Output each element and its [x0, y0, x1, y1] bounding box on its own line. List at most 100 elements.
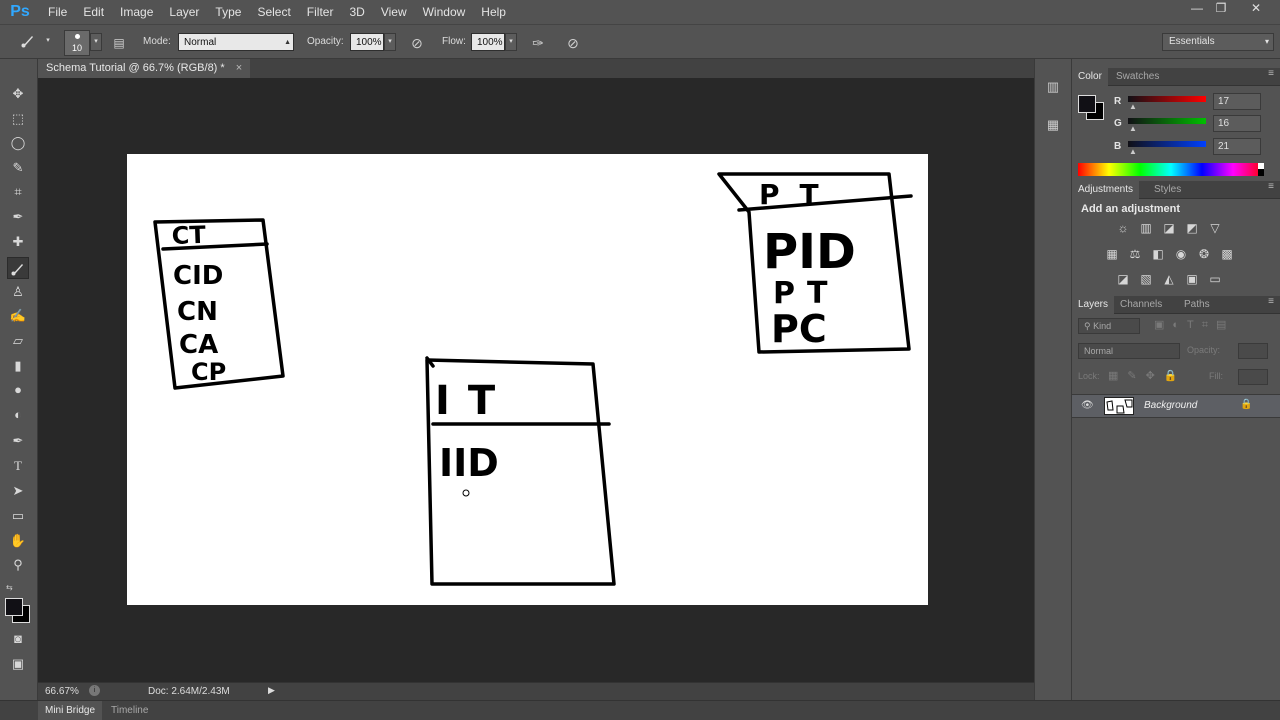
brush-preset-dropdown-icon[interactable]: ▾ [42, 33, 54, 51]
eyedropper-tool-icon[interactable]: ✒ [7, 206, 29, 228]
rectangle-tool-icon[interactable]: ▭ [7, 505, 29, 527]
zoom-level[interactable]: 66.67% [45, 686, 79, 697]
history-panel-icon[interactable]: ▥ [1045, 79, 1061, 101]
move-tool-icon[interactable]: ✥ [7, 83, 29, 105]
type-tool-icon[interactable]: T [7, 455, 29, 477]
channel-r-slider[interactable] [1128, 96, 1206, 102]
panel-menu-icon[interactable]: ≡ [1268, 68, 1274, 79]
tab-layers[interactable]: Layers [1072, 296, 1115, 314]
threshold-icon[interactable]: ◭ [1161, 271, 1177, 287]
tab-paths[interactable]: Paths [1178, 296, 1216, 314]
channel-g-slider[interactable] [1128, 118, 1206, 124]
photo-filter-icon[interactable]: ◉ [1173, 246, 1189, 262]
menu-window[interactable]: Window [415, 0, 474, 24]
gradient-tool-icon[interactable]: ▮ [7, 355, 29, 377]
black-white-icon[interactable]: ◧ [1150, 246, 1166, 262]
brush-size-picker[interactable]: 10 [64, 30, 90, 56]
panel-menu-icon[interactable]: ≡ [1268, 296, 1274, 307]
channel-b-value[interactable]: 21 [1213, 138, 1261, 155]
restore-button[interactable]: ❐ [1208, 0, 1234, 18]
posterize-icon[interactable]: ▧ [1138, 271, 1154, 287]
lasso-tool-icon[interactable]: ◯ [7, 132, 29, 154]
tab-swatches[interactable]: Swatches [1110, 68, 1165, 86]
pressure-size-icon[interactable]: ⊘ [563, 33, 583, 53]
tab-color[interactable]: Color [1072, 68, 1108, 86]
swap-colors-icon[interactable]: ⇆ [6, 583, 13, 592]
color-balance-icon[interactable]: ⚖ [1127, 246, 1143, 262]
curves-icon[interactable]: ◪ [1161, 220, 1177, 236]
menu-file[interactable]: File [40, 0, 75, 24]
menu-3d[interactable]: 3D [341, 0, 372, 24]
blend-mode-select[interactable]: Normal [1078, 343, 1180, 359]
brush-tool-icon[interactable] [7, 257, 29, 279]
menu-help[interactable]: Help [473, 0, 514, 24]
minimize-button[interactable]: — [1184, 0, 1210, 18]
close-tab-button[interactable]: × [236, 62, 242, 74]
panel-menu-icon[interactable]: ≡ [1268, 181, 1274, 192]
levels-icon[interactable]: ▥ [1138, 220, 1154, 236]
tab-channels[interactable]: Channels [1114, 296, 1168, 314]
tab-mini-bridge[interactable]: Mini Bridge [38, 701, 103, 720]
layer-fill-input[interactable] [1238, 369, 1268, 385]
history-brush-tool-icon[interactable]: ✍ [7, 305, 29, 327]
brush-size-dropdown-icon[interactable]: ▾ [90, 33, 102, 51]
menu-type[interactable]: Type [207, 0, 249, 24]
crop-tool-icon[interactable]: ⌗ [7, 181, 29, 203]
status-info-icon[interactable]: i [89, 685, 100, 696]
mode-select[interactable]: Normal ▲ [178, 33, 294, 51]
opacity-dropdown-icon[interactable]: ▾ [384, 33, 396, 51]
selective-color-icon[interactable]: ▣ [1184, 271, 1200, 287]
menu-image[interactable]: Image [112, 0, 161, 24]
pressure-opacity-icon[interactable]: ⊘ [407, 33, 427, 53]
flow-input[interactable]: 100% [471, 33, 505, 51]
layer-row[interactable]: 👁 Background 🔒 [1072, 394, 1280, 418]
pen-tool-icon[interactable]: ✒ [7, 430, 29, 452]
tab-adjustments[interactable]: Adjustments [1072, 181, 1140, 199]
channel-g-value[interactable]: 16 [1213, 115, 1261, 132]
lock-icons[interactable]: ▦✎✥🔒 [1108, 369, 1187, 382]
menu-view[interactable]: View [373, 0, 415, 24]
vibrance-icon[interactable]: ▽ [1207, 220, 1223, 236]
properties-panel-icon[interactable]: ▦ [1045, 117, 1061, 139]
menu-filter[interactable]: Filter [299, 0, 342, 24]
exposure-icon[interactable]: ◩ [1184, 220, 1200, 236]
brush-preset-icon[interactable] [18, 33, 38, 53]
tab-timeline[interactable]: Timeline [104, 701, 155, 720]
layer-filter-icons[interactable]: ▣◐T⌗▤ [1154, 318, 1234, 332]
invert-icon[interactable]: ◪ [1115, 271, 1131, 287]
slider-thumb-icon[interactable]: ▲ [1129, 124, 1137, 133]
flow-dropdown-icon[interactable]: ▾ [505, 33, 517, 51]
foreground-color-swatch[interactable] [5, 598, 23, 616]
eraser-tool-icon[interactable]: ▱ [7, 330, 29, 352]
spectrum-black-swatch[interactable] [1258, 169, 1264, 176]
marquee-tool-icon[interactable]: ⬚ [7, 108, 29, 130]
color-spectrum-bar[interactable] [1078, 163, 1264, 176]
screen-mode-icon[interactable]: ▣ [7, 653, 29, 675]
menu-layer[interactable]: Layer [161, 0, 207, 24]
document-tab[interactable]: Schema Tutorial @ 66.7% (RGB/8) * × [38, 59, 251, 78]
gradient-map-icon[interactable]: ▭ [1207, 271, 1223, 287]
path-selection-tool-icon[interactable]: ➤ [7, 480, 29, 502]
clone-stamp-tool-icon[interactable]: ♙ [7, 281, 29, 303]
tab-styles[interactable]: Styles [1148, 181, 1187, 199]
layer-opacity-input[interactable] [1238, 343, 1268, 359]
opacity-input[interactable]: 100% [350, 33, 384, 51]
slider-thumb-icon[interactable]: ▲ [1129, 147, 1137, 156]
workspace-select[interactable]: Essentials ▾ [1162, 33, 1274, 51]
zoom-tool-icon[interactable]: ⚲ [7, 554, 29, 576]
channel-b-slider[interactable] [1128, 141, 1206, 147]
channel-mixer-icon[interactable]: ❂ [1196, 246, 1212, 262]
layer-filter-select[interactable]: ⚲ Kind [1078, 318, 1140, 334]
brightness-contrast-icon[interactable]: ☼ [1115, 220, 1131, 236]
healing-brush-tool-icon[interactable]: ✚ [7, 231, 29, 253]
hue-saturation-icon[interactable]: ▦ [1104, 246, 1120, 262]
hand-tool-icon[interactable]: ✋ [7, 530, 29, 552]
color-panel-fg-swatch[interactable] [1078, 95, 1096, 113]
status-menu-arrow-icon[interactable]: ▶ [268, 685, 275, 696]
quick-selection-tool-icon[interactable]: ✎ [7, 157, 29, 179]
quick-mask-icon[interactable]: ◙ [7, 628, 29, 650]
menu-select[interactable]: Select [249, 0, 298, 24]
color-lookup-icon[interactable]: ▩ [1219, 246, 1235, 262]
dodge-tool-icon[interactable]: ◐ [7, 404, 29, 426]
eye-visibility-icon[interactable]: 👁 [1081, 400, 1094, 411]
